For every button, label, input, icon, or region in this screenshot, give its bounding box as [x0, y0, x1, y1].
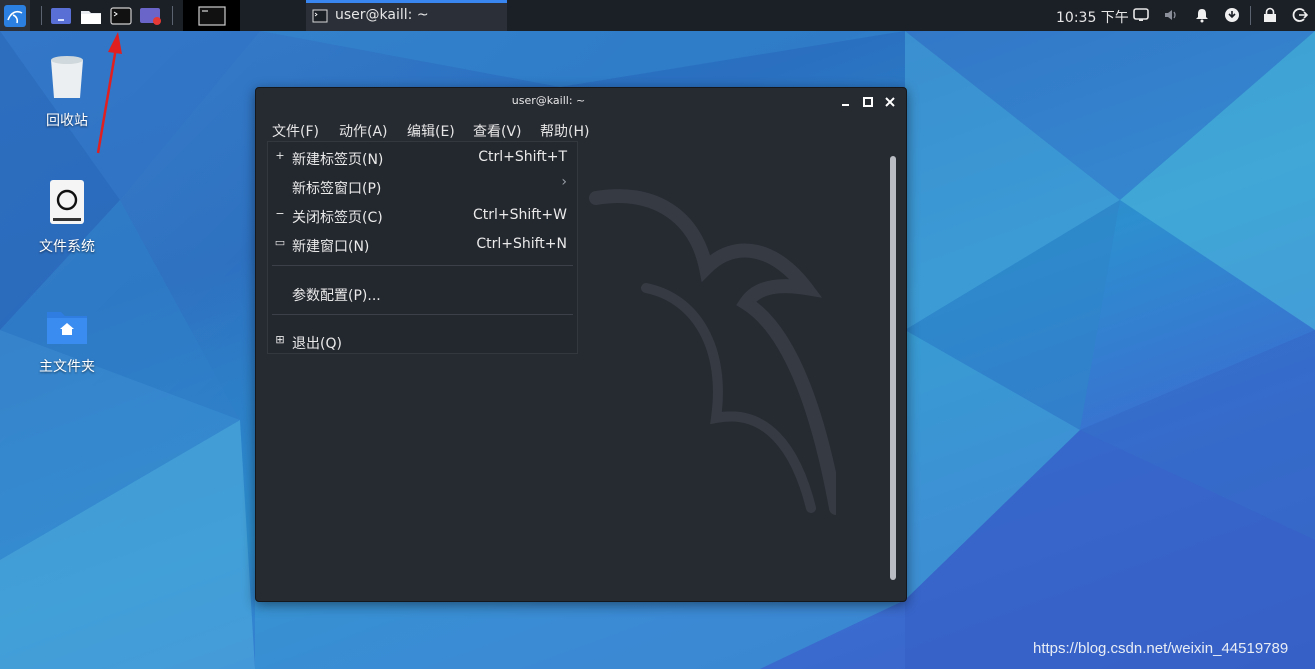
notification-bell-icon[interactable] [1194, 7, 1210, 23]
menu-item-quit[interactable]: ⊞ 退出(Q) [268, 327, 577, 356]
window-icon: ▭ [274, 236, 286, 249]
menu-item-label: 参数配置(P)... [292, 288, 381, 304]
menu-item-label: 新标签窗口(P) [292, 181, 382, 197]
kali-menu-icon [4, 4, 26, 27]
home-folder-icon [47, 312, 87, 344]
workspace-switcher[interactable] [183, 0, 240, 31]
watermark-text: https://blog.csdn.net/weixin_44519789 [1033, 640, 1289, 657]
menu-item-shortcut: Ctrl+Shift+W [472, 207, 567, 223]
screen-recorder-button[interactable] [138, 0, 164, 31]
desktop-icon-label: 回收站 [46, 113, 88, 129]
update-icon[interactable] [1224, 7, 1240, 23]
top-panel: user@kaill: ~ 10:35 下午 [0, 0, 1315, 31]
show-desktop-button[interactable] [48, 0, 74, 31]
desktop-icon-label: 主文件夹 [39, 359, 95, 375]
taskbar-window-terminal[interactable]: user@kaill: ~ [306, 0, 507, 31]
minimize-icon[interactable] [839, 95, 853, 109]
desktop-icon-label: 文件系统 [39, 239, 95, 255]
logout-icon[interactable] [1292, 7, 1308, 23]
menu-item-label: 新建窗口(N) [292, 239, 370, 255]
menu-separator [272, 265, 573, 266]
menu-action[interactable]: 动作(A) [339, 121, 388, 141]
desktop-icon-filesystem[interactable]: 文件系统 [22, 178, 112, 256]
menu-item-close-tab[interactable]: − 关闭标签页(C) Ctrl+Shift+W [268, 201, 577, 230]
menu-item-label: 退出(Q) [292, 336, 342, 352]
plus-icon: + [275, 149, 285, 162]
terminal-launcher-button[interactable] [108, 0, 134, 31]
kali-dragon-watermark [589, 189, 836, 515]
menu-item-new-tab-window[interactable]: 新标签窗口(P) › [268, 172, 577, 201]
scrollbar[interactable] [890, 156, 896, 580]
menu-separator [272, 314, 573, 315]
drive-icon [50, 180, 84, 224]
display-icon[interactable] [1133, 7, 1149, 23]
trash-icon [51, 56, 83, 98]
taskbar-window-title: user@kaill: ~ [335, 7, 429, 23]
menu-item-label: 新建标签页(N) [292, 152, 384, 168]
minus-icon: − [275, 207, 285, 220]
file-menu-dropdown: + 新建标签页(N) Ctrl+Shift+T 新标签窗口(P) › − 关闭标… [267, 141, 578, 354]
lock-icon[interactable] [1262, 7, 1278, 23]
close-icon[interactable] [883, 95, 897, 109]
terminal-icon [197, 5, 226, 26]
window-title: user@kaill: ~ [511, 94, 586, 107]
menu-item-label: 关闭标签页(C) [292, 210, 383, 226]
desktop-icon-trash[interactable]: 回收站 [22, 54, 112, 130]
menu-item-shortcut: Ctrl+Shift+N [476, 236, 567, 252]
menu-edit[interactable]: 编辑(E) [407, 121, 455, 141]
desktop-icon-home[interactable]: 主文件夹 [22, 306, 112, 376]
clock[interactable]: 10:35 下午 [1056, 7, 1129, 27]
menu-view[interactable]: 查看(V) [473, 121, 522, 141]
file-manager-icon [81, 10, 101, 24]
menu-item-shortcut: Ctrl+Shift+T [478, 149, 567, 165]
volume-icon[interactable] [1163, 7, 1179, 23]
terminal-icon [110, 6, 132, 25]
show-desktop-icon [51, 7, 71, 24]
terminal-icon [312, 9, 328, 23]
menu-help[interactable]: 帮助(H) [540, 121, 589, 141]
menubar: 文件(F) 动作(A) 编辑(E) 查看(V) 帮助(H) [256, 116, 906, 144]
file-manager-button[interactable] [78, 0, 104, 31]
window-titlebar[interactable]: user@kaill: ~ [256, 88, 906, 116]
submenu-chevron-icon: › [561, 174, 567, 190]
menu-item-new-window[interactable]: ▭ 新建窗口(N) Ctrl+Shift+N [268, 230, 577, 259]
menu-item-preferences[interactable]: 参数配置(P)... [268, 279, 577, 308]
maximize-icon[interactable] [861, 95, 875, 109]
quit-icon: ⊞ [275, 333, 285, 346]
screen-recorder-icon [140, 7, 161, 25]
menu-item-new-tab[interactable]: + 新建标签页(N) Ctrl+Shift+T [268, 143, 577, 172]
kali-menu-button[interactable] [0, 0, 30, 31]
